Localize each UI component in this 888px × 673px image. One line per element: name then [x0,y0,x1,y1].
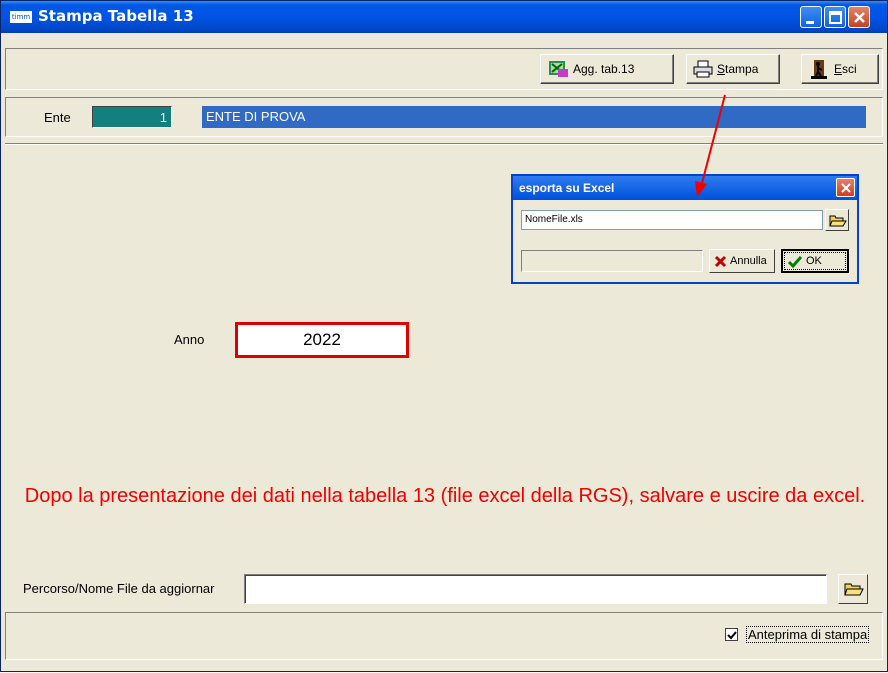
anteprima-label[interactable]: Anteprima di stampa [746,626,870,643]
dialog-title: esporta su Excel [513,176,857,200]
toolbar: Agg. tab.13 Stampa Esci [5,48,883,90]
close-button[interactable] [848,6,870,28]
esci-button[interactable]: Esci [801,54,879,84]
dialog-progress-field [521,250,703,272]
anteprima-checkbox[interactable] [725,628,738,641]
folder-open-icon [829,215,847,227]
ente-label: Ente [44,110,71,125]
ente-code-field[interactable]: 1 [92,106,172,128]
dialog-cancel-button[interactable]: Annulla [709,249,775,273]
agg-tab13-button[interactable]: Agg. tab.13 [540,54,674,84]
cancel-x-icon [714,255,727,267]
close-icon [854,12,865,23]
browse-folder-button[interactable] [838,574,868,604]
maximize-button[interactable] [824,6,846,28]
stampa-label-rest: tampa [725,62,759,76]
minimize-button[interactable] [800,6,822,28]
dialog-close-button[interactable] [836,178,855,197]
dialog-ok-button[interactable]: OK [781,249,849,273]
path-input[interactable] [244,574,827,604]
divider [5,143,883,145]
checkmark-icon [727,631,737,640]
ente-bar: Ente 1 ENTE DI PROVA [5,97,883,137]
export-excel-dialog: esporta su Excel NomeFile.xls Annulla OK [511,174,859,284]
checkmark-icon [787,255,803,268]
anno-label: Anno [174,332,205,347]
agg-tab13-label: Agg. tab.13 [573,62,635,76]
path-label: Percorso/Nome File da aggiornar [23,581,215,596]
ente-name-field: ENTE DI PROVA [202,106,866,128]
stampa-label: Stampa [717,62,759,76]
esci-label: Esci [834,62,857,76]
anno-input[interactable]: 2022 [235,322,409,358]
instruction-message: Dopo la presentazione dei dati nella tab… [24,485,866,507]
close-icon [841,183,851,193]
dialog-filename-input[interactable]: NomeFile.xls [521,210,823,230]
folder-open-icon [844,583,864,596]
esci-label-rest: sci [842,62,857,76]
exit-door-icon [811,60,827,79]
window-title: Stampa Tabella 13 [38,7,194,25]
title-bar[interactable]: timm Stampa Tabella 13 [1,1,887,33]
maximize-icon [829,11,842,24]
app-icon: timm [10,11,32,23]
printer-icon [693,60,713,78]
excel-update-icon [549,61,568,77]
dialog-cancel-label: Annulla [730,255,767,267]
dialog-ok-label: OK [806,255,822,267]
dialog-browse-button[interactable] [825,209,849,231]
minimize-icon [806,21,814,24]
stampa-button[interactable]: Stampa [686,54,780,84]
main-window: timm Stampa Tabella 13 Agg. tab.13 Stamp… [0,0,888,672]
